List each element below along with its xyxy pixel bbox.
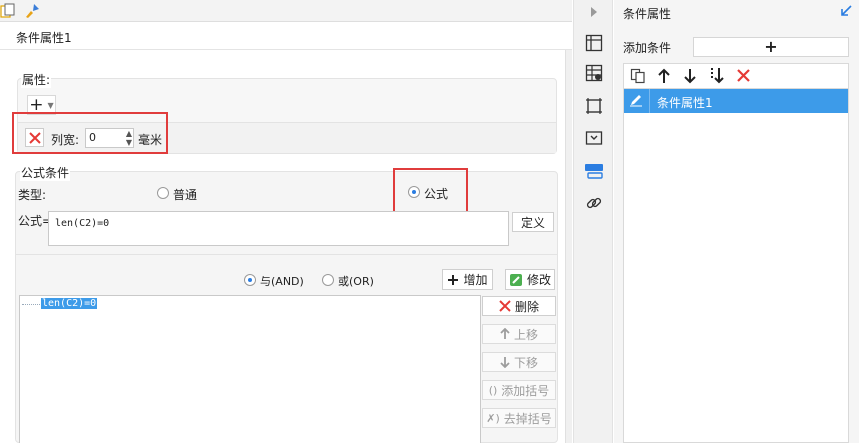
define-button[interactable]: 定义 — [512, 212, 554, 232]
arrow-up-icon — [500, 328, 510, 339]
condition-item[interactable]: len(C2)=0 — [41, 298, 98, 309]
condition-attribute-dialog: 条件属性1 属性: + ▼ 列宽: 0 ▲ ▼ 毫米 公式条件 类型: 普通 公… — [0, 0, 572, 443]
remove-bracket-button[interactable]: ✗) 去掉括号 — [482, 408, 556, 428]
border-icon[interactable] — [583, 95, 605, 117]
list-item-label: 条件属性1 — [657, 96, 713, 110]
move-down-button[interactable]: 下移 — [482, 352, 556, 372]
dialog-title-bar: 条件属性1 — [0, 23, 572, 50]
add-condition-label: 添加条件 — [623, 41, 672, 55]
add-bracket-label: 添加括号 — [501, 383, 550, 398]
move-down-label: 下移 — [513, 355, 538, 370]
delete-icon[interactable] — [737, 69, 750, 82]
formula-input[interactable]: len(C2)=0 — [48, 211, 509, 246]
arrow-down-icon — [500, 357, 510, 368]
tree-line — [22, 304, 40, 305]
move-up-button[interactable]: 上移 — [482, 324, 556, 344]
modify-condition-label: 修改 — [526, 273, 551, 287]
condition-list: len(C2)=0 — [19, 295, 481, 443]
formula-condition-label: 公式条件 — [20, 164, 71, 181]
delete-icon — [499, 300, 511, 312]
add-condition-button[interactable]: 增加 — [442, 269, 493, 290]
property-tab-bar — [573, 0, 613, 443]
radio-or[interactable] — [322, 274, 334, 286]
radio-normal-label: 普通 — [173, 188, 198, 202]
remove-bracket-icon: ✗) — [486, 411, 500, 425]
frozen-icon[interactable] — [583, 32, 605, 54]
modify-condition-button[interactable]: 修改 — [505, 269, 555, 290]
add-bracket-button[interactable]: () 添加括号 — [482, 380, 556, 400]
radio-and[interactable] — [244, 274, 256, 286]
list-toolbar — [623, 63, 849, 88]
arrow-up-icon[interactable] — [658, 68, 670, 84]
attribute-label: 属性: — [21, 71, 52, 88]
type-label: 类型: — [18, 188, 47, 202]
formula-label: 公式= — [18, 214, 53, 228]
copy-icon[interactable] — [630, 68, 646, 84]
chevron-down-icon: ▼ — [47, 100, 54, 110]
hyperlink-icon[interactable] — [583, 192, 605, 214]
bracket-icon: () — [488, 383, 498, 397]
top-toolbar — [0, 0, 572, 22]
add-attribute-symbol: + — [29, 95, 44, 115]
dialog-title: 条件属性1 — [16, 31, 72, 45]
delete-condition-label: 删除 — [514, 299, 539, 314]
edit-icon — [509, 273, 522, 286]
condition-attr-icon[interactable] — [583, 160, 605, 182]
widget-icon[interactable] — [583, 127, 605, 149]
paste-icon[interactable] — [0, 3, 16, 19]
radio-normal[interactable] — [157, 187, 169, 199]
dialog-scrollbar[interactable] — [565, 50, 572, 443]
radio-or-label: 或(OR) — [338, 275, 374, 288]
format-brush-icon[interactable] — [24, 3, 40, 19]
move-up-label: 上移 — [513, 327, 538, 342]
radio-and-label: 与(AND) — [260, 275, 304, 288]
plus-icon — [448, 274, 459, 285]
expand-arrow-icon[interactable] — [840, 5, 852, 17]
divider — [15, 254, 558, 255]
list-item-selected[interactable]: 条件属性1 — [624, 89, 848, 113]
highlight-box-column-width — [12, 112, 168, 154]
arrow-down-icon[interactable] — [684, 68, 696, 84]
cell-attr-icon[interactable] — [583, 62, 605, 84]
add-condition-button[interactable]: + — [693, 37, 849, 57]
move-to-bottom-icon[interactable] — [709, 67, 725, 85]
delete-condition-button[interactable]: 删除 — [482, 296, 556, 316]
condition-list-panel — [623, 88, 849, 443]
collapse-arrow-icon[interactable] — [583, 1, 605, 23]
add-condition-symbol: + — [764, 37, 778, 56]
panel-title: 条件属性 — [623, 7, 672, 21]
remove-bracket-label: 去掉括号 — [503, 411, 552, 426]
formula-value: len(C2)=0 — [55, 218, 110, 229]
define-button-label: 定义 — [520, 215, 545, 230]
pencil-icon — [629, 93, 643, 107]
add-condition-label: 增加 — [463, 273, 488, 287]
item-divider — [649, 89, 650, 113]
